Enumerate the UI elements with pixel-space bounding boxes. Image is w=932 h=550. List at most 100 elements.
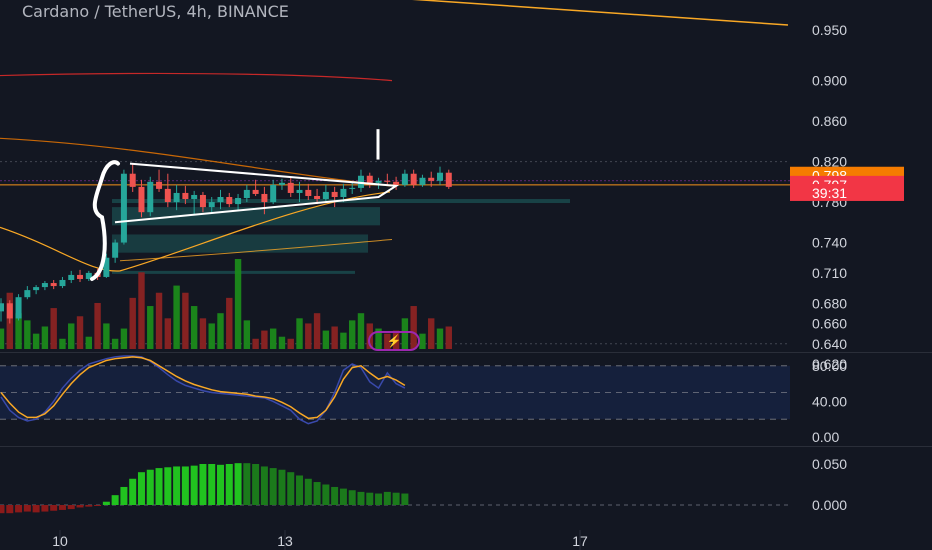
candle-body	[349, 187, 356, 189]
candle-body	[24, 290, 31, 298]
histogram-bar	[383, 491, 391, 505]
histogram-bar	[23, 505, 31, 512]
hist-tick-label: 0.050	[812, 456, 847, 472]
histogram-bar	[322, 484, 330, 505]
volume-bar	[340, 332, 347, 349]
ma-line	[0, 137, 391, 187]
volume-bar	[331, 326, 338, 349]
stoch-tick-label: 0.00	[812, 429, 839, 445]
volume-bar	[85, 336, 92, 349]
volume-bar	[41, 326, 49, 349]
countdown-label: 39:31	[812, 185, 847, 201]
candle-body	[156, 181, 163, 189]
histogram-bar	[137, 472, 145, 505]
histogram-bar	[392, 492, 400, 505]
candle-body	[287, 182, 294, 193]
histogram-pane	[0, 463, 790, 514]
chart-title: Cardano / TetherUS, 4h, BINANCE	[22, 2, 289, 21]
volume-bar	[296, 318, 303, 349]
candle-body	[428, 177, 435, 181]
volume-bar	[103, 323, 110, 349]
volume-bar	[208, 323, 215, 349]
candle-body	[410, 173, 417, 185]
volume-bar	[243, 320, 251, 349]
moving-averages	[0, 0, 789, 272]
candle-body	[375, 180, 382, 183]
histogram-bar	[252, 464, 260, 505]
price-tick-label: 0.640	[812, 336, 847, 352]
volume-bar	[68, 323, 75, 349]
candle-body	[261, 193, 268, 203]
price-tick-label: 0.660	[812, 316, 847, 332]
candle-body	[305, 189, 312, 196]
volume-bar	[305, 323, 312, 349]
volume-bar	[349, 320, 356, 349]
time-axis[interactable]: 10 13 17	[52, 530, 588, 550]
price-axis[interactable]: 0.9500.9000.8600.8200.7800.7400.7100.680…	[812, 22, 847, 513]
histogram-bar	[199, 464, 207, 505]
histogram-bar	[173, 466, 181, 505]
histogram-bar	[190, 465, 198, 505]
candle-body	[138, 186, 145, 213]
candle-body	[41, 283, 48, 288]
time-tick-label: 10	[52, 533, 68, 549]
histogram-bar	[146, 469, 154, 505]
histogram-bar	[41, 505, 49, 512]
volume-bar	[50, 308, 57, 349]
candle-body	[208, 202, 215, 208]
candle-body	[437, 172, 443, 181]
candle-body	[77, 274, 84, 279]
candle-body	[226, 197, 233, 205]
histogram-bar	[287, 472, 295, 505]
volume-bar	[155, 292, 163, 349]
candle-body	[50, 283, 57, 287]
histogram-bar	[217, 464, 224, 505]
trading-chart[interactable]: 0.9500.9000.8600.8200.7800.7400.7100.680…	[0, 0, 932, 550]
volume-bar	[269, 328, 277, 349]
volume-bar	[147, 306, 154, 349]
histogram-bar	[6, 505, 14, 514]
histogram-bar	[234, 463, 242, 505]
candle-body	[278, 182, 285, 185]
candle-body	[243, 189, 250, 199]
candle-body	[164, 188, 171, 203]
volume-bar	[164, 318, 172, 349]
volume-bar	[252, 338, 259, 349]
histogram-bar	[296, 475, 304, 505]
volume-bar	[313, 313, 321, 349]
zone-rect	[112, 234, 368, 253]
histogram-bar	[278, 469, 286, 505]
candle-body	[252, 189, 259, 194]
candle-body	[384, 180, 391, 182]
histogram-bar	[366, 492, 374, 505]
time-tick-label: 13	[277, 533, 293, 549]
histogram-bar	[375, 493, 383, 505]
volume-bar	[59, 338, 66, 349]
volume-bar	[76, 316, 84, 349]
candle-body	[419, 177, 426, 185]
lightning-icon[interactable]: ⚡	[368, 331, 420, 351]
candle-body	[296, 189, 303, 193]
price-tick-label: 0.950	[812, 22, 847, 38]
volume-bar	[357, 313, 365, 349]
price-tick-label: 0.680	[812, 295, 847, 311]
candle-body	[120, 173, 127, 243]
price-tick-label: 0.900	[812, 73, 847, 89]
histogram-bar	[76, 505, 84, 508]
volume-bar	[445, 326, 452, 349]
price-labels: 0.7980.79739:31	[790, 166, 904, 201]
volume-bar	[234, 259, 242, 349]
histogram-bar	[111, 495, 119, 505]
ma-line	[0, 72, 393, 82]
candle-body	[112, 242, 119, 258]
histogram-bar	[269, 468, 277, 505]
histogram-bar	[155, 468, 163, 505]
candle-body	[0, 303, 4, 312]
histogram-bar	[181, 466, 189, 505]
trend-line	[412, 0, 789, 26]
histogram-bar	[208, 464, 216, 505]
hist-tick-label: 0.000	[812, 497, 847, 513]
volume-bar	[419, 333, 426, 349]
histogram-bar	[348, 490, 356, 505]
volume-bar	[322, 330, 330, 349]
